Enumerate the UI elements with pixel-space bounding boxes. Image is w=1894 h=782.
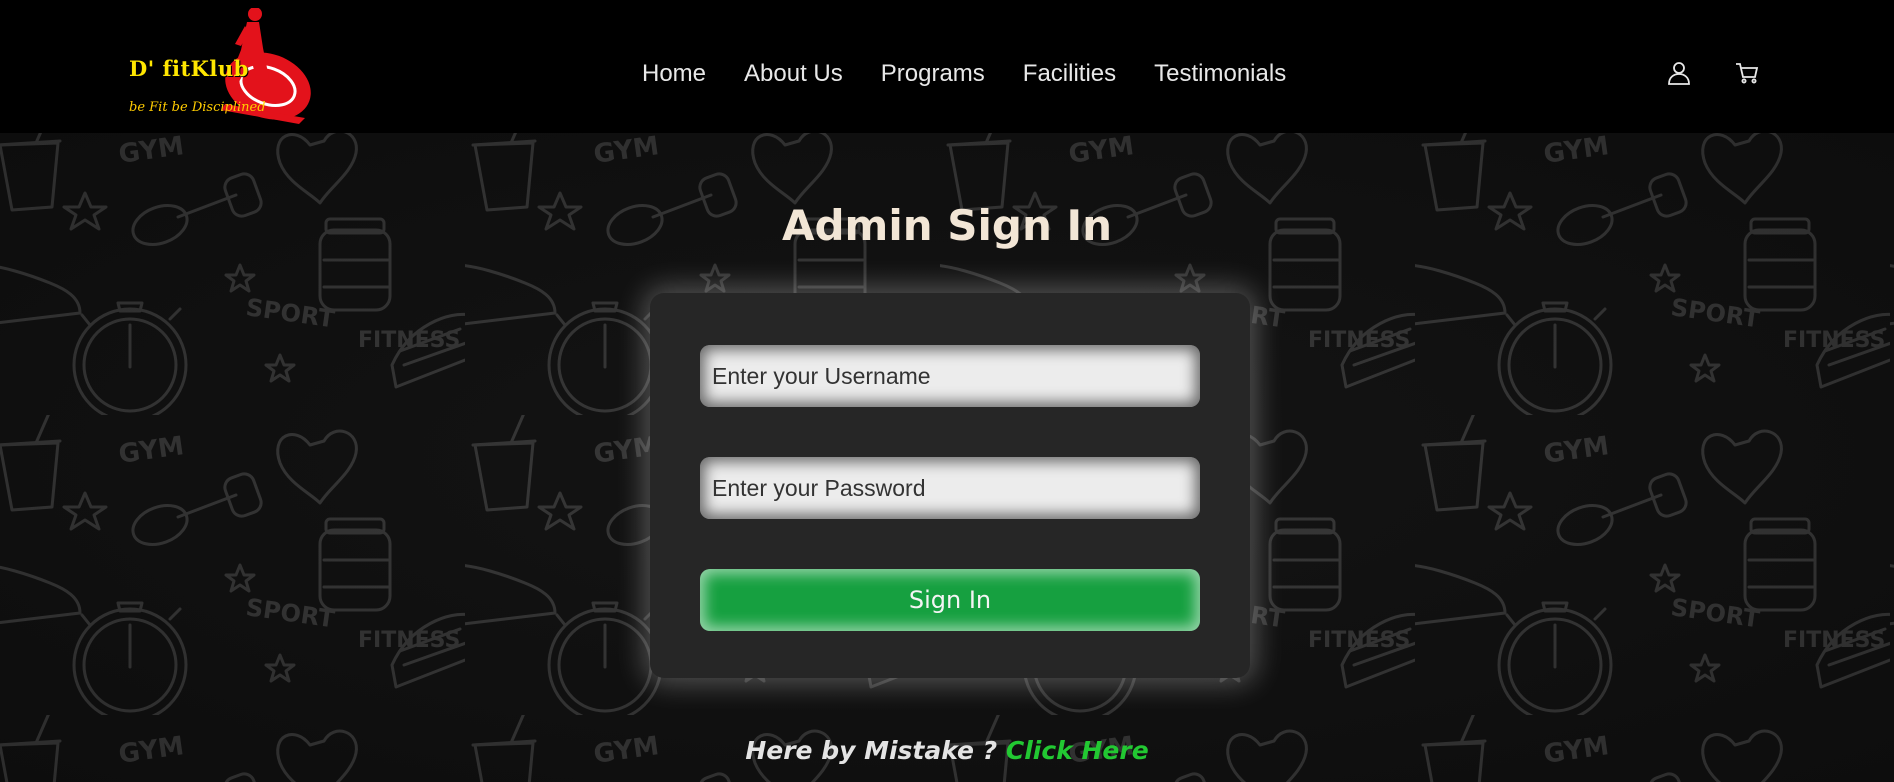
nav-programs-link[interactable]: Programs bbox=[881, 60, 985, 88]
brand-tagline: be Fit be Disciplined bbox=[129, 100, 266, 115]
click-here-link[interactable]: Click Here bbox=[1006, 736, 1149, 765]
page-title: Admin Sign In bbox=[781, 201, 1112, 250]
hero-section: GYM SPORT FITNESS Admin Sign In Sign In … bbox=[0, 133, 1894, 782]
nav-home-link[interactable]: Home bbox=[642, 60, 706, 88]
nav-about-us-link[interactable]: About Us bbox=[744, 60, 843, 88]
nav-facilities-link[interactable]: Facilities bbox=[1023, 60, 1116, 88]
sign-in-button[interactable]: Sign In bbox=[700, 569, 1200, 631]
mistake-prompt-text: Here by Mistake ? bbox=[745, 736, 998, 765]
main-nav: Home About Us Programs Facilities Testim… bbox=[642, 60, 1286, 88]
navbar: D' fitKlub be Fit be Disciplined Home Ab… bbox=[0, 0, 1894, 133]
cart-icon[interactable] bbox=[1734, 60, 1760, 86]
username-input[interactable] bbox=[700, 345, 1200, 407]
brand-name: D' fitKlub bbox=[129, 56, 249, 81]
password-input[interactable] bbox=[700, 457, 1200, 519]
sign-in-card: Sign In bbox=[650, 293, 1250, 678]
nav-testimonials-link[interactable]: Testimonials bbox=[1154, 60, 1286, 88]
mistake-prompt: Here by Mistake ? Click Here bbox=[0, 736, 1894, 765]
brand-logo[interactable]: D' fitKlub be Fit be Disciplined bbox=[125, 8, 325, 128]
user-icon[interactable] bbox=[1666, 60, 1692, 86]
